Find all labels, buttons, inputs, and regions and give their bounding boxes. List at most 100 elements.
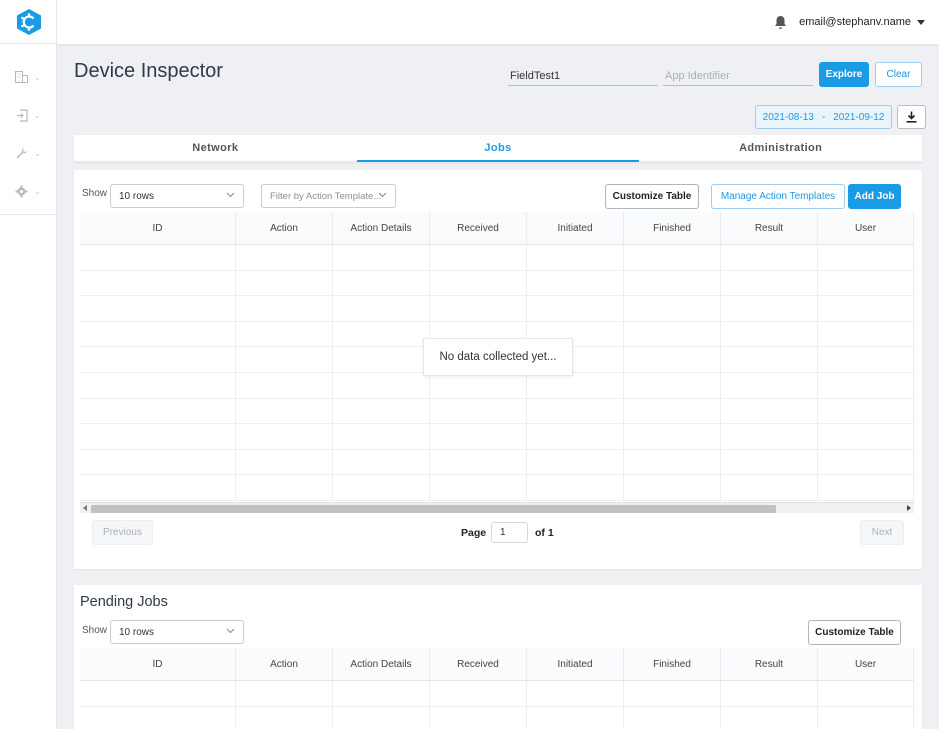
table-cell — [624, 475, 721, 500]
table-cell — [721, 296, 818, 321]
horizontal-scrollbar[interactable] — [80, 502, 914, 513]
column-header-action[interactable]: Action — [236, 212, 333, 244]
table-cell — [527, 398, 624, 424]
pending-jobs-table: ID Action Action Details Received Initia… — [80, 648, 914, 729]
table-cell — [80, 449, 236, 475]
table-cell — [721, 245, 818, 270]
date-range-picker[interactable]: 2021-08-13 - 2021-09-12 — [755, 105, 892, 129]
table-cell — [333, 681, 430, 706]
column-header-initiated[interactable]: Initiated — [527, 212, 624, 244]
column-header-id[interactable]: ID — [80, 648, 236, 680]
table-cell — [721, 270, 818, 296]
table-cell — [333, 372, 430, 398]
chevron-down-icon: ⌄ — [33, 110, 41, 120]
table-cell — [721, 475, 818, 500]
table-cell — [818, 424, 914, 449]
tab-network[interactable]: Network — [74, 135, 357, 162]
table-cell — [430, 245, 527, 270]
table-cell — [80, 347, 236, 372]
column-header-received[interactable]: Received — [430, 212, 527, 244]
table-cell — [333, 475, 430, 500]
previous-page-button[interactable]: Previous — [92, 520, 153, 545]
manage-action-templates-button[interactable]: Manage Action Templates — [711, 184, 845, 209]
table-cell — [80, 706, 236, 729]
tab-administration[interactable]: Administration — [639, 135, 923, 162]
date-end: 2021-09-12 — [833, 111, 885, 123]
bell-icon[interactable] — [774, 15, 787, 30]
table-row — [80, 372, 914, 399]
column-header-result[interactable]: Result — [721, 648, 818, 680]
download-button[interactable] — [897, 105, 926, 129]
action-template-filter[interactable]: Filter by Action Template... — [261, 184, 396, 208]
chevron-down-icon — [226, 628, 235, 634]
column-header-received[interactable]: Received — [430, 648, 527, 680]
sidebar-item-tools[interactable]: ⌄ — [0, 134, 56, 172]
table-cell — [818, 321, 914, 347]
pending-rows-per-page-value: 10 rows — [119, 626, 155, 638]
table-cell — [333, 347, 430, 372]
pending-rows-per-page-select[interactable]: 10 rows — [110, 620, 244, 644]
rows-per-page-select[interactable]: 10 rows — [110, 184, 244, 208]
table-cell — [721, 372, 818, 398]
table-cell — [818, 270, 914, 296]
table-cell — [624, 270, 721, 296]
pending-jobs-title: Pending Jobs — [80, 594, 168, 610]
column-header-result[interactable]: Result — [721, 212, 818, 244]
building-icon — [15, 71, 29, 83]
column-header-initiated[interactable]: Initiated — [527, 648, 624, 680]
table-cell — [236, 398, 333, 424]
table-cell — [333, 270, 430, 296]
table-cell — [333, 424, 430, 449]
next-page-button[interactable]: Next — [860, 520, 904, 545]
table-cell — [430, 681, 527, 706]
add-job-button[interactable]: Add Job — [848, 184, 901, 209]
empty-state-message: No data collected yet... — [423, 338, 573, 376]
device-identifier-input[interactable] — [508, 66, 658, 86]
sidebar-item-devices[interactable]: ⌄ — [0, 58, 56, 96]
column-header-action-details[interactable]: Action Details — [333, 648, 430, 680]
scroll-right-icon[interactable] — [907, 505, 911, 511]
table-cell — [430, 706, 527, 729]
column-header-id[interactable]: ID — [80, 212, 236, 244]
table-row — [80, 398, 914, 425]
rows-per-page-value: 10 rows — [119, 190, 155, 202]
tab-jobs[interactable]: Jobs — [356, 135, 640, 162]
scrollbar-thumb[interactable] — [91, 505, 776, 513]
sidebar-item-settings[interactable]: ⌄ — [0, 172, 56, 210]
caret-down-icon[interactable] — [917, 19, 925, 25]
column-header-action[interactable]: Action — [236, 648, 333, 680]
table-cell — [430, 475, 527, 500]
user-menu-email[interactable]: email@stephanv.name — [799, 16, 911, 28]
table-cell — [624, 245, 721, 270]
table-cell — [818, 245, 914, 270]
app-logo[interactable] — [0, 0, 57, 44]
column-header-finished[interactable]: Finished — [624, 212, 721, 244]
sidebar-nav: ⌄ ⌄ ⌄ ⌄ — [0, 44, 56, 215]
pending-table-body — [80, 681, 914, 729]
column-header-user[interactable]: User — [818, 648, 914, 680]
column-header-user[interactable]: User — [818, 212, 914, 244]
table-cell — [721, 706, 818, 729]
table-cell — [80, 245, 236, 270]
table-cell — [527, 706, 624, 729]
pending-table-header: ID Action Action Details Received Initia… — [80, 648, 914, 681]
chevron-down-icon: ⌄ — [34, 148, 41, 158]
clear-button[interactable]: Clear — [875, 62, 922, 87]
explore-button[interactable]: Explore — [819, 62, 869, 87]
table-cell — [430, 372, 527, 398]
page-number-input[interactable] — [491, 522, 528, 543]
column-header-action-details[interactable]: Action Details — [333, 212, 430, 244]
table-cell — [527, 245, 624, 270]
top-bar: email@stephanv.name — [57, 0, 939, 44]
table-cell — [721, 424, 818, 449]
scroll-left-icon[interactable] — [83, 505, 87, 511]
table-cell — [624, 424, 721, 449]
column-header-finished[interactable]: Finished — [624, 648, 721, 680]
table-cell — [527, 372, 624, 398]
table-cell — [818, 681, 914, 706]
chevron-down-icon — [378, 192, 387, 198]
pending-customize-table-button[interactable]: Customize Table — [808, 620, 901, 645]
sidebar-item-access[interactable]: ⌄ — [0, 96, 56, 134]
app-identifier-input[interactable] — [663, 66, 813, 86]
customize-table-button[interactable]: Customize Table — [605, 184, 699, 209]
